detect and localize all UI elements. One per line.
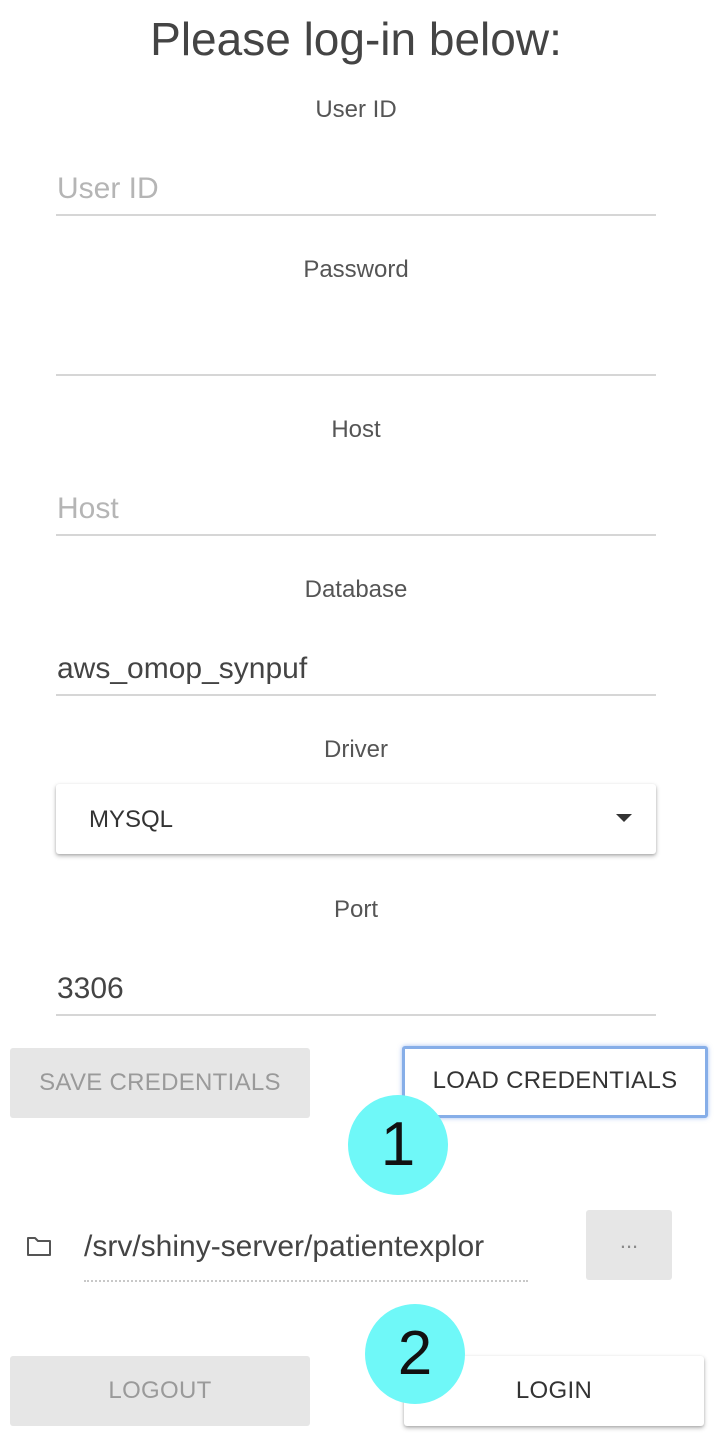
database-label: Database — [304, 576, 408, 603]
logout-button[interactable]: LOGOUT — [10, 1356, 310, 1426]
password-input[interactable] — [56, 324, 656, 376]
host-label: Host — [331, 416, 381, 443]
user-id-input[interactable] — [56, 164, 656, 216]
database-input[interactable] — [56, 644, 656, 696]
driver-selected-value: MYSQL — [89, 806, 174, 833]
page-title: Please log-in below: — [150, 13, 562, 65]
folder-icon — [26, 1235, 52, 1257]
browse-button[interactable]: ... — [586, 1210, 672, 1280]
port-label: Port — [333, 896, 378, 923]
step-1-badge: 1 — [348, 1095, 448, 1195]
user-id-label: User ID — [315, 96, 397, 123]
file-path-input[interactable]: /srv/shiny-server/patientexplor — [84, 1220, 528, 1282]
chevron-down-icon — [616, 814, 632, 822]
driver-select[interactable]: MYSQL — [56, 784, 656, 854]
step-2-badge: 2 — [365, 1304, 465, 1404]
driver-label: Driver — [324, 736, 388, 763]
save-credentials-button[interactable]: SAVE CREDENTIALS — [10, 1048, 310, 1118]
host-input[interactable] — [56, 484, 656, 536]
password-label: Password — [303, 256, 409, 283]
load-credentials-button[interactable]: LOAD CREDENTIALS — [402, 1046, 708, 1118]
port-input[interactable] — [56, 964, 656, 1016]
